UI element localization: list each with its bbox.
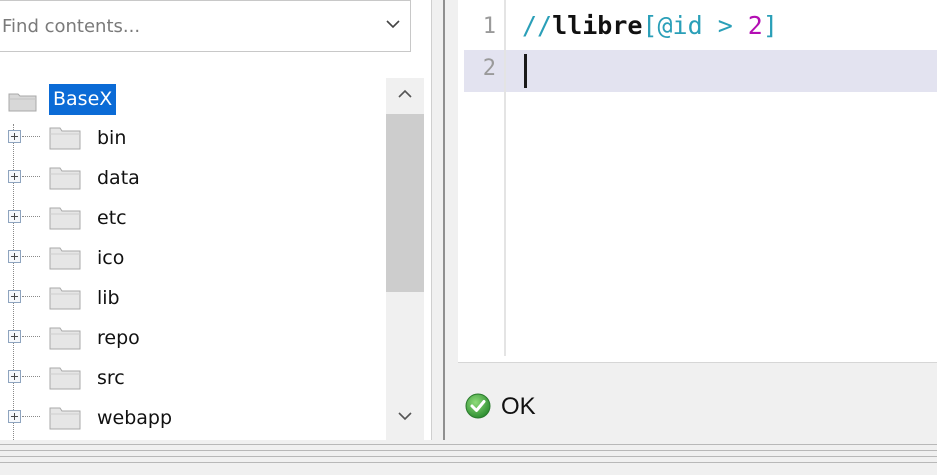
tree-item-data[interactable]: data bbox=[0, 158, 384, 198]
folder-icon bbox=[49, 407, 81, 430]
code-token-element-name: llibre bbox=[552, 11, 643, 40]
status-text: OK bbox=[501, 393, 536, 420]
tree-item-label: bin bbox=[97, 127, 127, 149]
code-token-attribute: @id bbox=[657, 11, 703, 40]
expand-plus-icon[interactable] bbox=[8, 210, 21, 223]
expand-plus-icon[interactable] bbox=[8, 250, 21, 263]
tree-item-label: src bbox=[97, 367, 125, 389]
tree-root-label: BaseX bbox=[49, 84, 117, 115]
expand-plus-icon[interactable] bbox=[8, 330, 21, 343]
folder-open-icon bbox=[8, 93, 37, 112]
folder-icon bbox=[49, 167, 81, 190]
splitter-handle[interactable] bbox=[443, 0, 445, 440]
query-editor[interactable]: 1 2 //llibre[@id > 2] bbox=[458, 0, 937, 362]
search-input[interactable] bbox=[0, 9, 362, 43]
expand-plus-icon[interactable] bbox=[8, 130, 21, 143]
scroll-up-arrow-icon[interactable] bbox=[396, 86, 414, 102]
tree-item-label: lib bbox=[97, 287, 120, 309]
line-number: 1 bbox=[482, 14, 496, 39]
tree-scrollbar[interactable] bbox=[386, 78, 424, 440]
status-divider bbox=[458, 362, 937, 363]
code-line[interactable]: //llibre[@id > 2] bbox=[522, 10, 778, 42]
scroll-down-arrow-icon[interactable] bbox=[396, 408, 414, 424]
expand-plus-icon[interactable] bbox=[8, 170, 21, 183]
expand-plus-icon[interactable] bbox=[8, 370, 21, 383]
expand-plus-icon[interactable] bbox=[8, 290, 21, 303]
folder-icon bbox=[49, 247, 81, 270]
code-token-bracket: ] bbox=[762, 11, 778, 40]
code-token-bracket: [ bbox=[642, 11, 658, 40]
tree-item-repo[interactable]: repo bbox=[0, 318, 384, 358]
check-circle-icon bbox=[465, 393, 491, 419]
folder-icon bbox=[49, 367, 81, 390]
file-tree: BaseX bin data etc ico lib repo src weba… bbox=[0, 78, 384, 440]
code-token-number: 2 bbox=[747, 11, 763, 40]
gutter-separator bbox=[504, 0, 506, 356]
code-token-path-slash: // bbox=[522, 11, 553, 40]
line-number: 2 bbox=[482, 56, 496, 81]
tree-item-webapp[interactable]: webapp bbox=[0, 398, 384, 438]
project-panel: BaseX bin data etc ico bbox=[0, 0, 431, 440]
text-caret bbox=[524, 54, 527, 88]
chevron-down-icon[interactable] bbox=[382, 13, 404, 35]
tree-item-label: repo bbox=[97, 327, 140, 349]
current-line-highlight bbox=[464, 50, 937, 92]
tree-item-bin[interactable]: bin bbox=[0, 118, 384, 158]
expand-plus-icon[interactable] bbox=[8, 410, 21, 423]
tree-item-label: etc bbox=[97, 207, 127, 229]
folder-icon bbox=[49, 287, 81, 310]
panel-divider bbox=[431, 0, 432, 440]
scrollbar-thumb[interactable] bbox=[386, 114, 424, 292]
tree-item-label: ico bbox=[97, 247, 125, 269]
bottom-bar bbox=[0, 440, 937, 475]
folder-icon bbox=[49, 327, 81, 350]
tree-item-label: data bbox=[97, 167, 140, 189]
folder-icon bbox=[49, 207, 81, 230]
folder-icon bbox=[49, 127, 81, 150]
code-token-operator: > bbox=[702, 11, 748, 40]
tree-item-lib[interactable]: lib bbox=[0, 278, 384, 318]
tree-item-ico[interactable]: ico bbox=[0, 238, 384, 278]
tree-item-label: webapp bbox=[97, 407, 173, 429]
tree-item-etc[interactable]: etc bbox=[0, 198, 384, 238]
tree-item-src[interactable]: src bbox=[0, 358, 384, 398]
search-box bbox=[0, 0, 411, 52]
